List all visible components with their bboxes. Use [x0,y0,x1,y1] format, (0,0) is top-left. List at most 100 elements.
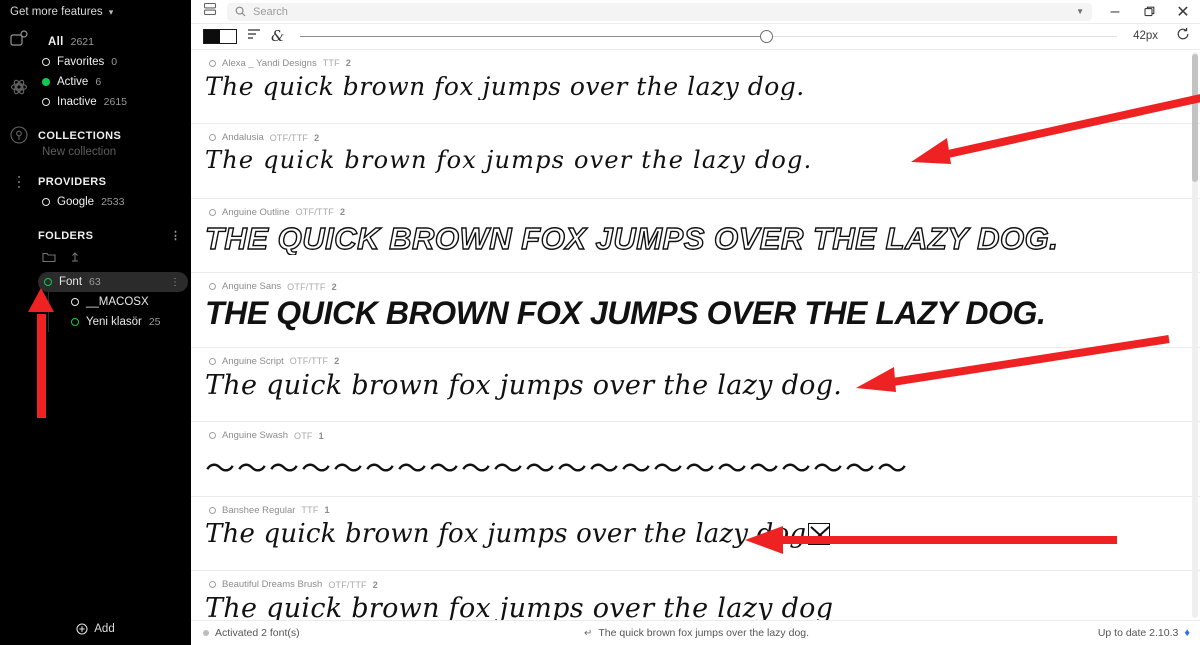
sidebar-folder-font-count: 63 [89,276,101,288]
more-vertical-icon[interactable] [8,172,30,194]
sidebar-item-inactive[interactable]: Inactive 2615 [38,92,191,112]
search-icon [235,6,246,17]
font-format: OTF [294,430,313,441]
font-name: Alexa _ Yandi Designs [222,57,317,69]
folder-actions [38,250,191,268]
new-folder-icon[interactable] [42,250,56,268]
get-more-features-button[interactable]: Get more features ▾ [0,0,191,24]
more-options-icon[interactable]: ⋮ [170,277,180,287]
activate-toggle-icon[interactable] [209,283,216,291]
font-preview-text: The quick brown fox jumps over the lazy … [205,371,843,401]
activate-toggle-icon[interactable] [209,59,216,67]
maximize-button[interactable] [1132,0,1166,24]
status-right-text: Up to date 2.10.3 [1097,627,1179,640]
font-row-meta: Alexa _ Yandi Designs TTF 2 [191,57,1200,70]
panel-layout-icon[interactable] [203,2,217,21]
providers-section-header: PROVIDERS [38,176,191,188]
font-format: TTF [301,505,319,516]
fonts-icon[interactable] [8,28,30,50]
font-name: Anguine Swash [222,430,289,442]
status-right[interactable]: Up to date 2.10.3 ♦ [1098,627,1190,639]
add-button[interactable]: Add [0,623,191,635]
list-scrollbar-thumb[interactable] [1192,53,1198,182]
sidebar-folder-macosx[interactable]: __MACOSX [65,292,191,312]
font-row[interactable]: Anguine Outline OTF/TTF 2 THE QUICK BROW… [191,199,1200,274]
text-align-left-icon[interactable] [247,27,261,45]
font-style-count: 2 [314,132,320,143]
sidebar-item-all[interactable]: All 2621 [38,32,191,52]
font-preview-text: The quick brown fox jumps over the lazy … [205,520,807,549]
activate-toggle-icon[interactable] [209,506,216,514]
sidebar-item-active-label: Active [57,76,89,88]
reset-rotate-icon[interactable] [1176,27,1190,46]
font-row[interactable]: Anguine Sans OTF/TTF 2 THE QUICK BROWN F… [191,273,1200,348]
ampersand-glyph-icon[interactable]: & [271,28,284,44]
font-name: Anguine Script [222,355,284,367]
activate-toggle-icon[interactable] [209,134,216,142]
sidebar-folder-yeni-klasor[interactable]: Yeni klasör 25 [65,312,191,332]
status-left-text: Activated 2 font(s) [215,627,300,640]
font-style-count: 2 [334,356,340,367]
missing-glyph-icon [808,522,831,545]
sidebar-folder-font[interactable]: Font 63 ⋮ [38,272,188,292]
activate-toggle-icon[interactable] [209,581,216,589]
sidebar: Get more features ▾ All 2621 Favorites 0… [0,0,191,645]
activate-toggle-icon[interactable] [209,357,216,365]
font-row[interactable]: Anguine Script OTF/TTF 2 The quick brown… [191,348,1200,423]
sidebar-item-google[interactable]: Google 2533 [38,192,191,212]
font-format: OTF/TTF [328,579,367,590]
status-ring-icon [42,198,50,206]
import-folder-icon[interactable] [68,250,82,268]
font-row-meta: Banshee Regular TTF 1 [191,504,1200,517]
settings-atom-icon[interactable] [8,76,30,98]
more-options-icon[interactable]: ⋮ [170,231,181,242]
status-dot-green-icon [42,78,50,86]
font-format: OTF/TTF [295,207,334,218]
sidebar-item-favorites[interactable]: Favorites 0 [38,52,191,72]
chevron-down-icon[interactable]: ▼ [1076,7,1084,16]
sidebar-item-inactive-label: Inactive [57,96,97,108]
black-white-contrast-toggle[interactable] [203,28,237,44]
slider-knob[interactable] [759,29,773,43]
font-list[interactable]: Alexa _ Yandi Designs TTF 2 The quick br… [191,49,1200,621]
sidebar-item-favorites-count: 0 [111,56,118,68]
sidebar-item-active[interactable]: Active 6 [38,72,191,92]
sidebar-folder-yeni-klasor-count: 25 [148,316,161,328]
activate-toggle-icon[interactable] [209,432,216,440]
font-row-meta: Anguine Script OTF/TTF 2 [191,355,1200,368]
search-input[interactable]: Search ▼ [227,2,1092,21]
new-collection-button[interactable]: New collection [38,146,191,158]
sidebar-item-favorites-label: Favorites [57,56,105,68]
font-name: Andalusia [222,132,264,144]
font-row[interactable]: Banshee Regular TTF 1 The quick brown fo… [191,497,1200,572]
font-row-meta: Anguine Outline OTF/TTF 2 [191,206,1200,219]
sidebar-folder-yeni-klasor-label: Yeni klasör [86,316,142,328]
status-ring-green-icon [71,318,79,326]
status-center: ↵ The quick brown fox jumps over the laz… [584,627,809,639]
font-row-meta: Andalusia OTF/TTF 2 [191,131,1200,144]
minimize-button[interactable]: – [1098,0,1132,24]
sidebar-item-google-label: Google [57,196,95,208]
close-button[interactable]: ✕ [1166,0,1200,24]
font-style-count: 1 [318,430,324,441]
preview-size-slider[interactable] [300,29,1118,43]
font-name: Anguine Sans [222,281,282,293]
font-row[interactable]: Beautiful Dreams Brush OTF/TTF 2 The qui… [191,571,1200,620]
font-row[interactable]: Anguine Swash OTF 1 〜〜〜〜〜〜〜〜〜〜〜〜〜〜〜〜〜〜〜〜… [191,422,1200,497]
status-ring-icon [71,298,79,306]
font-row[interactable]: Andalusia OTF/TTF 2 The quick brown fox … [191,124,1200,199]
activate-toggle-icon[interactable] [209,208,216,216]
get-more-features-label: Get more features [10,6,103,18]
search-placeholder: Search [253,5,288,18]
font-row[interactable]: Alexa _ Yandi Designs TTF 2 The quick br… [191,50,1200,125]
status-ring-icon [42,98,50,106]
sidebar-folder-macosx-label: __MACOSX [86,296,149,308]
font-preview-text: 〜〜〜〜〜〜〜〜〜〜〜〜〜〜〜〜〜〜〜〜〜〜 [205,454,909,486]
font-preview-text: The quick brown fox jumps over the lazy … [205,148,813,174]
providers-title: PROVIDERS [38,176,107,188]
broadcast-icon[interactable] [8,124,30,146]
font-preview-text: THE QUICK BROWN FOX JUMPS OVER THE LAZY … [205,297,1046,331]
status-ring-icon [42,58,50,66]
font-name: Anguine Outline [222,206,290,218]
sidebar-icon-rail [0,28,38,194]
